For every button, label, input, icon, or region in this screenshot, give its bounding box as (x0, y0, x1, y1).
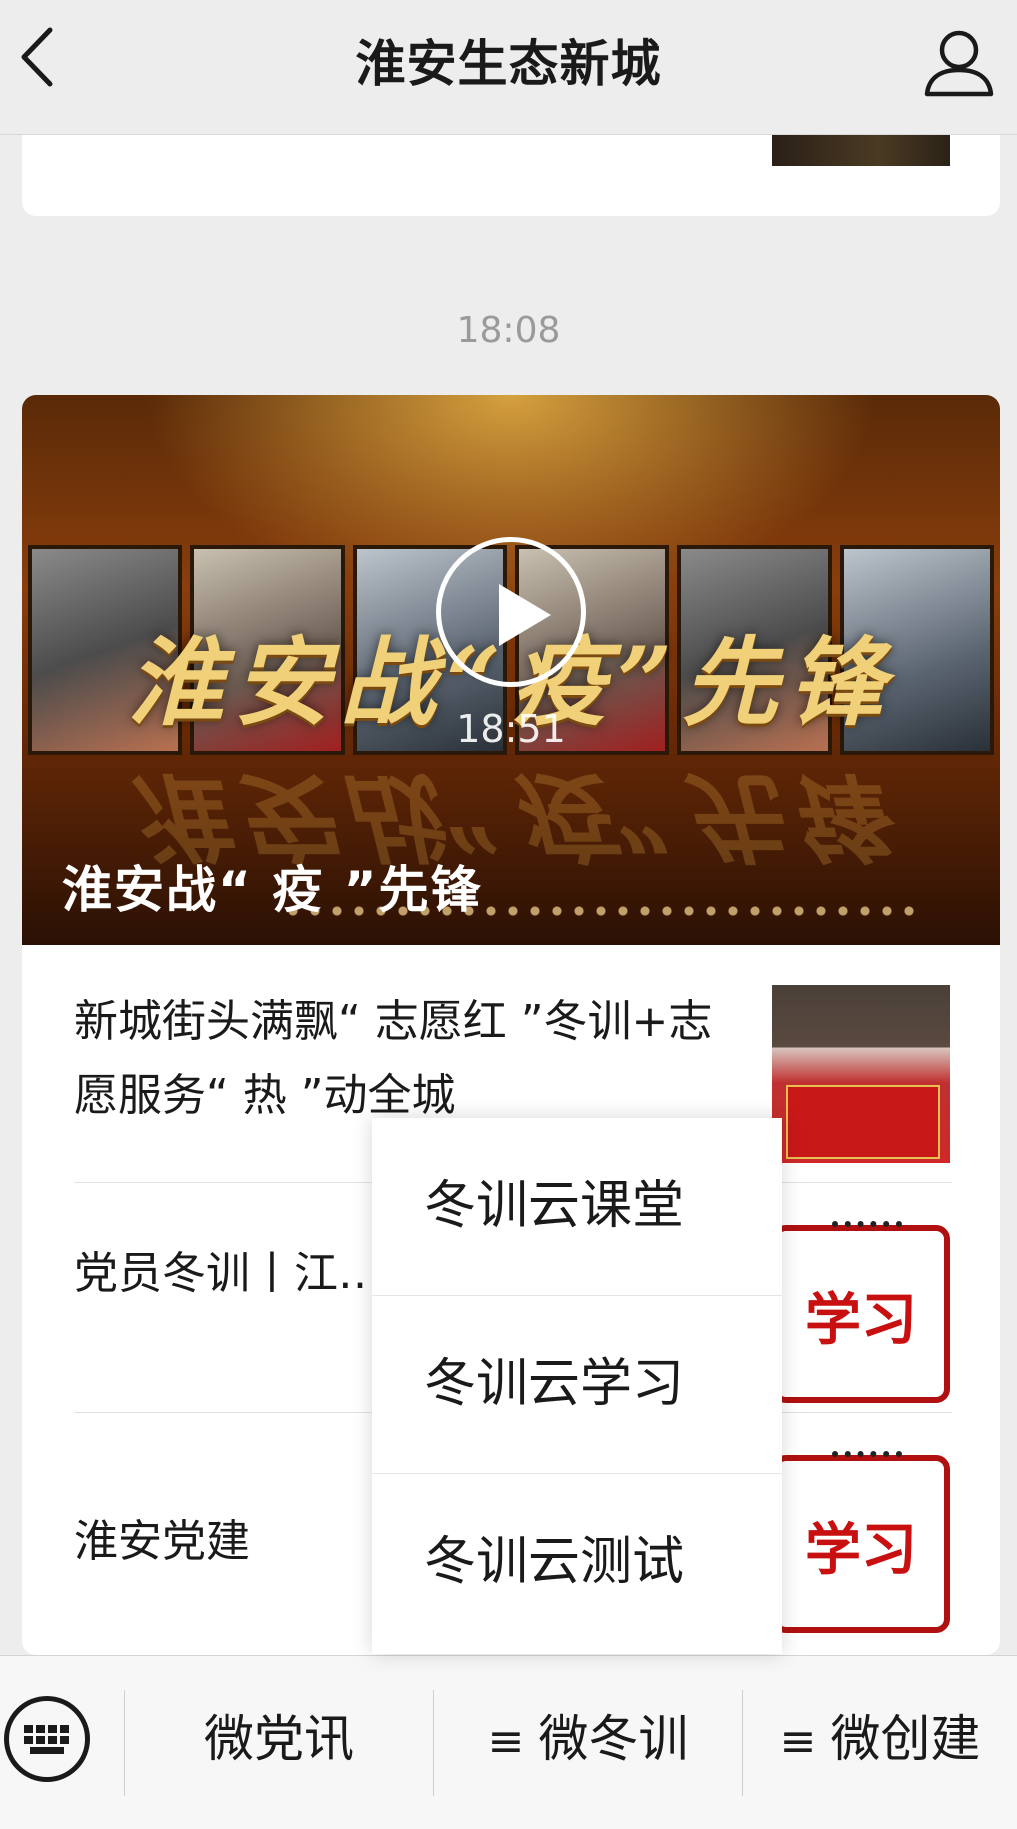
person-icon[interactable] (919, 22, 999, 102)
article-thumbnail: 学习 (772, 1221, 950, 1403)
article-thumbnail (772, 985, 950, 1163)
menu-tab-party-news[interactable]: 微党讯 (125, 1694, 433, 1784)
menu-item-winter-cloud-study[interactable]: 冬训云学习 (372, 1296, 782, 1474)
previous-article-card[interactable] (22, 130, 1000, 216)
study-label: 学习 (805, 1517, 917, 1583)
video-duration: 18:51 (456, 707, 566, 751)
play-icon[interactable] (436, 537, 586, 687)
page-title: 淮安生态新城 (355, 35, 662, 93)
article-title: 新城街头满飘“ 志愿红 ”冬训+志愿服务“ 热 ”动全城 (74, 996, 713, 1121)
menu-lines-icon: ≡ (487, 1716, 525, 1767)
previous-article-thumbnail (772, 130, 950, 166)
video-cover[interactable]: 淮安战“疫”先锋 淮安战“疫”先锋 18:51 淮安战“ 疫 ”先锋 (22, 395, 1000, 945)
calendar-rings (832, 1221, 902, 1247)
menu-tab-civic-creation[interactable]: ≡ 微创建 (743, 1694, 1017, 1784)
message-timestamp: 18:08 (456, 310, 561, 351)
tab-label: 微创建 (830, 1710, 981, 1768)
study-label: 学习 (805, 1287, 917, 1353)
tab-label: 微冬训 (538, 1710, 689, 1768)
menu-item-winter-cloud-test[interactable]: 冬训云测试 (372, 1474, 782, 1652)
keyboard-icon[interactable] (4, 1696, 90, 1782)
menu-tab-winter-training[interactable]: ≡ 微冬训 (434, 1694, 742, 1784)
submenu-popup: 冬训云课堂 冬训云学习 冬训云测试 (372, 1118, 782, 1654)
lead-article-title: 淮安战“ 疫 ”先锋 (62, 861, 483, 919)
top-nav-bar: 淮安生态新城 (0, 0, 1017, 135)
menu-item-winter-cloud-class[interactable]: 冬训云课堂 (372, 1118, 782, 1296)
article-thumbnail: 学习 (772, 1451, 950, 1633)
tab-label: 微党讯 (204, 1710, 354, 1768)
menu-lines-icon: ≡ (779, 1716, 817, 1767)
bottom-menu-bar: 微党讯 ≡ 微冬训 ≡ 微创建 (0, 1655, 1017, 1829)
calendar-rings (832, 1451, 902, 1477)
